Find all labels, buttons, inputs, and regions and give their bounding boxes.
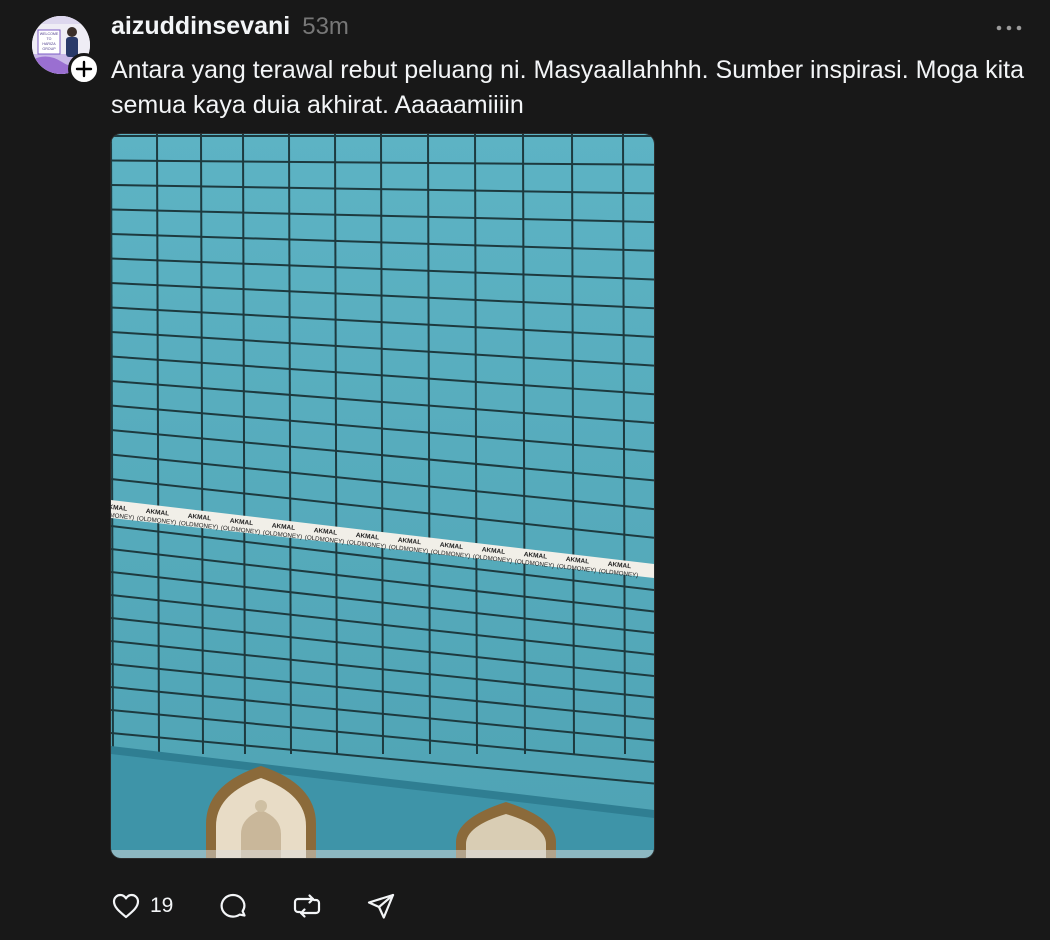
like-count: 19 <box>150 894 174 917</box>
share-button[interactable] <box>365 890 397 922</box>
comment-button[interactable] <box>217 890 249 922</box>
floor-edge <box>111 850 654 858</box>
avatar-text-4: GROUP <box>42 47 56 51</box>
heart-icon <box>112 893 140 919</box>
plus-icon <box>75 60 93 78</box>
repost-button[interactable] <box>291 890 323 922</box>
tile-wall-photo: AKMAL(OLDMONEY) AKMAL(OLDMONEY) AKMAL(OLDM… <box>111 134 654 858</box>
avatar-text-1: WELCOME <box>40 32 59 36</box>
threads-post: WELCOME TO HARIZA GROUP aizuddinsevani 5… <box>0 0 1050 940</box>
like-button[interactable]: 19 <box>110 890 173 922</box>
avatar-text-3: HARIZA <box>42 42 56 46</box>
comment-icon <box>220 893 246 918</box>
follow-button[interactable] <box>68 53 100 85</box>
author-avatar-wrap[interactable]: WELCOME TO HARIZA GROUP <box>32 16 100 85</box>
more-options-button[interactable] <box>994 16 1026 40</box>
post-header: aizuddinsevani 53m <box>111 12 349 41</box>
timestamp: 53m <box>302 13 349 40</box>
post-actions: 19 <box>110 890 397 922</box>
post-caption: Antara yang terawal rebut peluang ni. Ma… <box>111 56 1025 119</box>
more-horizontal-icon <box>996 25 1022 31</box>
send-icon <box>368 893 395 919</box>
username[interactable]: aizuddinsevani <box>111 12 290 41</box>
repost-icon <box>294 894 321 918</box>
post-image[interactable]: AKMAL (OLDMONEY) AKMAL (OLDMONEY) AKMAL (OLDM… <box>110 133 655 859</box>
avatar-text-2: TO <box>47 37 52 41</box>
